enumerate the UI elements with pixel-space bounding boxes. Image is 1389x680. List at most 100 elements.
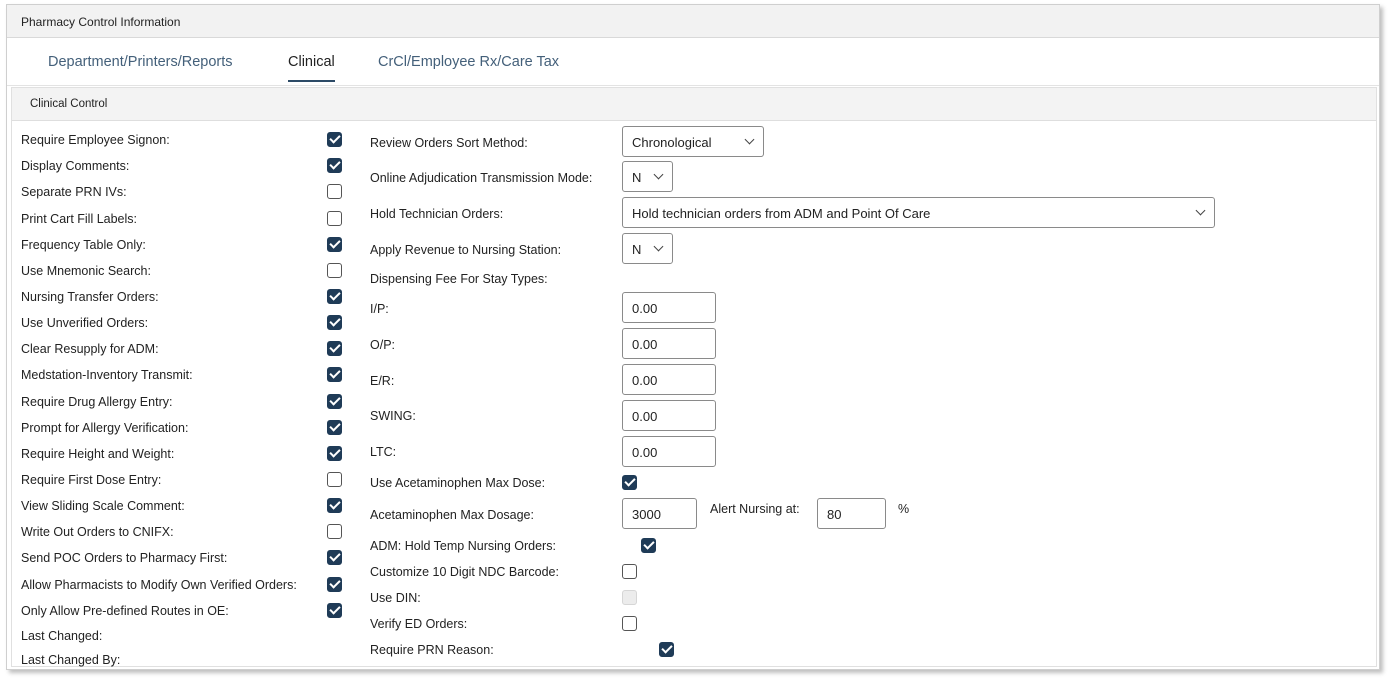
- field-use-mnemonic-search: Use Mnemonic Search:: [21, 261, 351, 283]
- field-allow-pharmacists-modify-own-verified: Allow Pharmacists to Modify Own Verified…: [21, 575, 351, 597]
- separate-prn-ivs-checkbox[interactable]: [327, 184, 342, 199]
- use-mnemonic-search-checkbox[interactable]: [327, 263, 342, 278]
- last-changed-label: Last Changed:: [21, 629, 103, 643]
- nursing-transfer-orders-checkbox[interactable]: [327, 289, 342, 304]
- review-orders-sort-value: Chronological: [632, 135, 712, 150]
- alert-nursing-label: Alert Nursing at:: [710, 502, 800, 516]
- write-out-orders-to-cnifx-checkbox[interactable]: [327, 524, 342, 539]
- field-write-out-orders-to-cnifx: Write Out Orders to CNIFX:: [21, 522, 351, 544]
- field-require-first-dose-entry: Require First Dose Entry:: [21, 470, 351, 492]
- chevron-down-icon: [653, 241, 664, 252]
- field-label: Only Allow Pre-defined Routes in OE:: [21, 604, 229, 618]
- field-use-unverified-orders: Use Unverified Orders:: [21, 313, 351, 335]
- clear-resupply-for-adm-checkbox[interactable]: [327, 341, 342, 356]
- field-label: Frequency Table Only:: [21, 238, 146, 252]
- field-require-height-and-weight: Require Height and Weight:: [21, 444, 351, 466]
- chevron-down-icon: [1195, 205, 1206, 216]
- print-cart-fill-labels-checkbox[interactable]: [327, 211, 342, 226]
- field-label: Clear Resupply for ADM:: [21, 342, 159, 356]
- tab-clinical[interactable]: Clinical: [288, 54, 335, 82]
- tab-bar: Department/Printers/Reports Clinical CrC…: [7, 38, 1379, 86]
- field-clear-resupply-for-adm: Clear Resupply for ADM:: [21, 339, 351, 361]
- verify-ed-orders-checkbox[interactable]: [622, 616, 637, 631]
- field-label: Require First Dose Entry:: [21, 473, 162, 487]
- field-label: Separate PRN IVs:: [21, 185, 127, 199]
- review-orders-sort-label: Review Orders Sort Method:: [370, 136, 528, 150]
- field-require-drug-allergy-entry: Require Drug Allergy Entry:: [21, 392, 351, 414]
- customize-ndc-checkbox[interactable]: [622, 564, 637, 579]
- field-label: Print Cart Fill Labels:: [21, 212, 138, 226]
- use-unverified-orders-checkbox[interactable]: [327, 315, 342, 330]
- only-allow-predefined-routes-checkbox[interactable]: [327, 603, 342, 618]
- require-drug-allergy-entry-checkbox[interactable]: [327, 394, 342, 409]
- op-fee-input[interactable]: 0.00: [622, 328, 716, 359]
- view-sliding-scale-comment-checkbox[interactable]: [327, 498, 342, 513]
- require-prn-reason-label: Require PRN Reason:: [370, 643, 494, 657]
- require-prn-reason-checkbox[interactable]: [659, 642, 675, 657]
- field-label: Require Employee Signon:: [21, 133, 170, 147]
- acetaminophen-max-dosage-label: Acetaminophen Max Dosage:: [370, 508, 534, 522]
- alert-nursing-input[interactable]: 80: [817, 498, 886, 529]
- tab-department-printers-reports[interactable]: Department/Printers/Reports: [48, 54, 233, 70]
- hold-technician-orders-select[interactable]: Hold technician orders from ADM and Poin…: [622, 197, 1215, 228]
- clinical-control-panel: Clinical Control Require Employee Signon…: [11, 87, 1377, 667]
- display-comments-checkbox[interactable]: [327, 158, 342, 173]
- field-label: Require Height and Weight:: [21, 447, 175, 461]
- allow-pharmacists-modify-own-verified-checkbox[interactable]: [327, 577, 342, 592]
- field-label: Medstation-Inventory Transmit:: [21, 368, 193, 382]
- ltc-label: LTC:: [370, 445, 397, 459]
- window-title: Pharmacy Control Information: [7, 5, 1379, 38]
- field-label: Nursing Transfer Orders:: [21, 290, 159, 304]
- er-fee-input[interactable]: 0.00: [622, 364, 716, 395]
- use-acetaminophen-max-dose-label: Use Acetaminophen Max Dose:: [370, 476, 546, 490]
- verify-ed-orders-label: Verify ED Orders:: [370, 617, 468, 631]
- apply-revenue-label: Apply Revenue to Nursing Station:: [370, 243, 562, 257]
- use-din-checkbox: [622, 590, 637, 605]
- require-employee-signon-checkbox[interactable]: [327, 132, 342, 147]
- chevron-down-icon: [653, 169, 664, 180]
- field-separate-prn-ivs: Separate PRN IVs:: [21, 182, 351, 204]
- field-frequency-table-only: Frequency Table Only:: [21, 235, 351, 257]
- swing-fee-input[interactable]: 0.00: [622, 400, 716, 431]
- field-label: Allow Pharmacists to Modify Own Verified…: [21, 578, 297, 592]
- field-last-changed-by: Last Changed By:: [21, 650, 351, 672]
- apply-revenue-select[interactable]: N: [622, 233, 673, 264]
- chevron-down-icon: [744, 134, 755, 145]
- right-column: Review Orders Sort Method: Chronological…: [370, 126, 1370, 666]
- review-orders-sort-select[interactable]: Chronological: [622, 126, 764, 157]
- field-medstation-inventory-transmit: Medstation-Inventory Transmit:: [21, 365, 351, 387]
- swing-label: SWING:: [370, 409, 416, 423]
- field-only-allow-predefined-routes: Only Allow Pre-defined Routes in OE:: [21, 601, 351, 623]
- tab-crcl-employee-rx-care-tax[interactable]: CrCl/Employee Rx/Care Tax: [378, 54, 559, 70]
- adm-hold-temp-checkbox[interactable]: [640, 538, 656, 553]
- require-height-and-weight-checkbox[interactable]: [327, 446, 342, 461]
- online-adjudication-label: Online Adjudication Transmission Mode:: [370, 171, 593, 185]
- pharmacy-control-window: Pharmacy Control Information Department/…: [6, 4, 1380, 670]
- online-adjudication-select[interactable]: N: [622, 161, 673, 192]
- send-poc-orders-to-pharmacy-first-checkbox[interactable]: [327, 550, 342, 565]
- require-first-dose-entry-checkbox[interactable]: [327, 472, 342, 487]
- field-label: Require Drug Allergy Entry:: [21, 395, 173, 409]
- apply-revenue-value: N: [632, 242, 642, 257]
- field-label: Use Unverified Orders:: [21, 316, 149, 330]
- field-label: Display Comments:: [21, 159, 130, 173]
- percent-label: %: [898, 502, 910, 516]
- acetaminophen-max-dosage-input[interactable]: 3000: [622, 498, 697, 529]
- ip-fee-input[interactable]: 0.00: [622, 292, 716, 323]
- field-view-sliding-scale-comment: View Sliding Scale Comment:: [21, 496, 351, 518]
- field-label: Prompt for Allergy Verification:: [21, 421, 189, 435]
- er-label: E/R:: [370, 374, 395, 388]
- online-adjudication-value: N: [632, 170, 642, 185]
- use-acetaminophen-max-dose-checkbox[interactable]: [622, 475, 637, 490]
- frequency-table-only-checkbox[interactable]: [327, 237, 342, 252]
- dispensing-fee-label: Dispensing Fee For Stay Types:: [370, 272, 548, 286]
- panel-title: Clinical Control: [12, 88, 1376, 121]
- field-print-cart-fill-labels: Print Cart Fill Labels:: [21, 209, 351, 231]
- field-label: Use Mnemonic Search:: [21, 264, 151, 278]
- customize-ndc-label: Customize 10 Digit NDC Barcode:: [370, 565, 559, 579]
- medstation-inventory-transmit-checkbox[interactable]: [327, 367, 342, 382]
- last-changed-by-label: Last Changed By:: [21, 653, 121, 667]
- ltc-fee-input[interactable]: 0.00: [622, 436, 716, 467]
- prompt-for-allergy-verification-checkbox[interactable]: [327, 420, 342, 435]
- hold-technician-orders-value: Hold technician orders from ADM and Poin…: [632, 206, 931, 221]
